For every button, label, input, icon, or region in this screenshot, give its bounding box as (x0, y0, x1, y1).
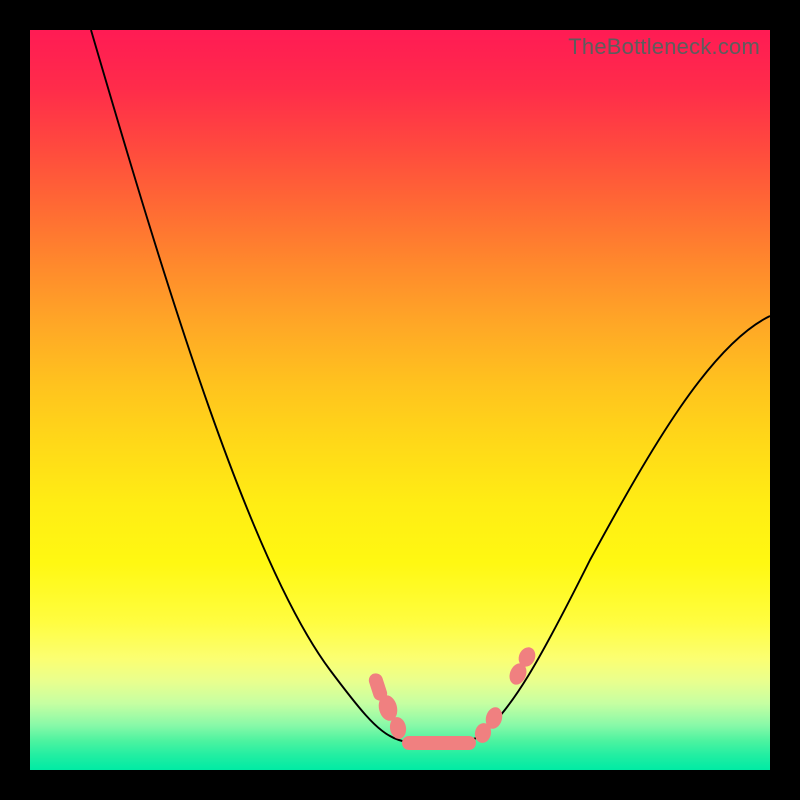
curve-markers (367, 645, 538, 750)
curve-layer (30, 30, 770, 770)
curve-marker (402, 736, 476, 750)
chart-frame: TheBottleneck.com (0, 0, 800, 800)
plot-area: TheBottleneck.com (30, 30, 770, 770)
bottleneck-curve (91, 30, 770, 745)
